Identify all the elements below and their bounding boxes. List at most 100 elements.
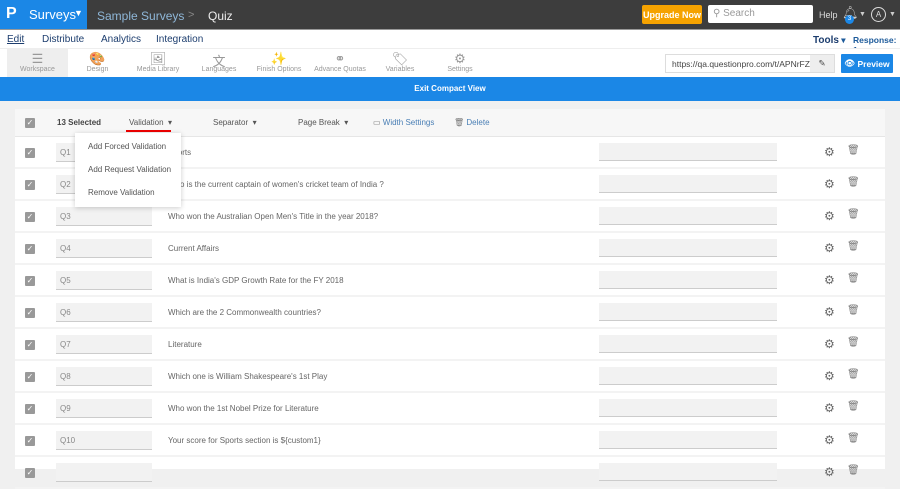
question-checkbox[interactable]: ✓ (25, 372, 35, 382)
upgrade-now-button[interactable]: Upgrade Now (642, 5, 702, 24)
question-text[interactable]: Which one is William Shakespeare's 1st P… (168, 372, 327, 381)
question-input[interactable] (599, 143, 777, 161)
gear-icon[interactable]: ⚙ (824, 337, 835, 351)
trash-icon[interactable]: 🗑︎ (847, 209, 860, 220)
width-settings-button[interactable]: ▭ Width Settings (373, 118, 434, 127)
select-all-checkbox[interactable]: ✓ (25, 118, 35, 128)
tool-advance-quotas[interactable]: ⚭ Advance Quotas (313, 49, 367, 78)
question-input[interactable] (599, 399, 777, 417)
avatar[interactable]: A (871, 7, 886, 22)
question-input[interactable] (599, 303, 777, 321)
question-text[interactable]: What is India's GDP Growth Rate for the … (168, 276, 344, 285)
question-text[interactable]: Who won the Australian Open Men's Title … (168, 212, 378, 221)
question-input[interactable] (599, 431, 777, 449)
trash-icon[interactable]: 🗑︎ (847, 305, 860, 316)
trash-icon[interactable]: 🗑︎ (847, 337, 860, 348)
separator-dropdown[interactable]: Separator ▾ (213, 118, 257, 127)
validation-dropdown[interactable]: Validation ▾ (129, 118, 172, 127)
tool-finish-options[interactable]: ✨ Finish Options (253, 49, 305, 78)
gear-icon[interactable]: ⚙ (824, 305, 835, 319)
survey-url-field[interactable]: https://qa.questionpro.com/t/APNrFZeY ✎ (665, 54, 835, 73)
question-text[interactable]: Your score for Sports section is ${custo… (168, 436, 321, 445)
gear-icon[interactable]: ⚙ (824, 241, 835, 255)
trash-icon[interactable]: 🗑︎ (847, 465, 860, 476)
question-input[interactable] (599, 335, 777, 353)
menu-add-forced-validation[interactable]: Add Forced Validation (88, 142, 166, 151)
delete-button[interactable]: 🗑︎ Delete (454, 118, 490, 127)
trash-icon[interactable]: 🗑︎ (847, 145, 860, 156)
toolbar: ☰ Workspace 🎨 Design 🖼 Media Library 文 Langu… (0, 48, 900, 78)
question-id-field[interactable]: Q10 (56, 431, 152, 450)
question-input[interactable] (599, 239, 777, 257)
preview-button[interactable]: 👁︎ Preview (841, 54, 893, 73)
caret-down-icon[interactable]: ▼ (859, 11, 866, 18)
gear-icon[interactable]: ⚙ (824, 401, 835, 415)
trash-icon[interactable]: 🗑︎ (847, 273, 860, 284)
question-checkbox[interactable]: ✓ (25, 212, 35, 222)
question-id-field[interactable]: Q7 (56, 335, 152, 354)
surveys-menu[interactable]: P Surveys ▼ (0, 0, 87, 29)
trash-icon[interactable]: 🗑︎ (847, 401, 860, 412)
trash-icon[interactable]: 🗑︎ (847, 433, 860, 444)
gear-icon[interactable]: ⚙ (824, 465, 835, 479)
question-text[interactable]: Who won the 1st Nobel Prize for Literatu… (168, 404, 319, 413)
page-break-label: Page Break (298, 118, 340, 127)
question-checkbox[interactable]: ✓ (25, 436, 35, 446)
question-checkbox[interactable]: ✓ (25, 308, 35, 318)
active-dropdown-indicator (126, 130, 171, 132)
question-input[interactable] (599, 207, 777, 225)
question-id-field[interactable]: Q8 (56, 367, 152, 386)
search-input[interactable]: ⚲ Search (708, 5, 813, 23)
nav-edit[interactable]: Edit (7, 34, 24, 45)
tool-design[interactable]: 🎨 Design (75, 49, 120, 78)
trash-icon[interactable]: 🗑︎ (847, 369, 860, 380)
gear-icon[interactable]: ⚙ (824, 273, 835, 287)
question-text[interactable]: Literature (168, 340, 202, 349)
trash-icon[interactable]: 🗑︎ (847, 177, 860, 188)
help-link[interactable]: Help (819, 10, 838, 20)
question-id-field[interactable]: Q3 (56, 207, 152, 226)
tool-languages[interactable]: 文 Languages (196, 49, 242, 78)
nav-distribute[interactable]: Distribute (42, 34, 84, 45)
tool-workspace[interactable]: ☰ Workspace (7, 49, 68, 78)
tool-media-library[interactable]: 🖼 Media Library (130, 49, 186, 78)
nav-analytics[interactable]: Analytics (101, 34, 141, 45)
tool-settings[interactable]: ⚙ Settings (442, 49, 478, 78)
menu-remove-validation[interactable]: Remove Validation (88, 188, 155, 197)
question-checkbox[interactable]: ✓ (25, 468, 35, 478)
page-break-dropdown[interactable]: Page Break ▾ (298, 118, 348, 127)
question-checkbox[interactable]: ✓ (25, 340, 35, 350)
question-checkbox[interactable]: ✓ (25, 180, 35, 190)
selected-count: 13 Selected (57, 118, 102, 127)
exit-compact-view-button[interactable]: Exit Compact View (0, 77, 900, 101)
question-checkbox[interactable]: ✓ (25, 148, 35, 158)
question-id-field[interactable]: Q4 (56, 239, 152, 258)
question-input[interactable] (599, 367, 777, 385)
question-text[interactable]: Who is the current captain of women's cr… (168, 180, 384, 189)
menu-add-request-validation[interactable]: Add Request Validation (88, 165, 171, 174)
question-input[interactable] (599, 271, 777, 289)
question-text[interactable]: Current Affairs (168, 244, 219, 253)
question-input[interactable] (599, 175, 777, 193)
question-id-field[interactable]: Q6 (56, 303, 152, 322)
question-checkbox[interactable]: ✓ (25, 244, 35, 254)
question-checkbox[interactable]: ✓ (25, 404, 35, 414)
tool-label: Advance Quotas (314, 66, 366, 73)
question-id-field[interactable]: Q5 (56, 271, 152, 290)
question-text[interactable]: Which are the 2 Commonwealth countries? (168, 308, 321, 317)
pencil-icon[interactable]: ✎ (810, 55, 834, 72)
nav-integration[interactable]: Integration (156, 34, 203, 45)
tools-menu[interactable]: Tools ▾ (813, 35, 846, 46)
question-checkbox[interactable]: ✓ (25, 276, 35, 286)
caret-down-icon[interactable]: ▼ (889, 11, 896, 18)
gear-icon[interactable]: ⚙ (824, 177, 835, 191)
breadcrumb-sample-surveys[interactable]: Sample Surveys (97, 9, 184, 23)
trash-icon[interactable]: 🗑︎ (847, 241, 860, 252)
gear-icon[interactable]: ⚙ (824, 145, 835, 159)
question-id-field[interactable]: Q9 (56, 399, 152, 418)
tool-variables[interactable]: 🏷 Variables (380, 49, 420, 78)
gear-icon[interactable]: ⚙ (824, 209, 835, 223)
gear-icon[interactable]: ⚙ (824, 369, 835, 383)
separator-label: Separator (213, 118, 249, 127)
gear-icon[interactable]: ⚙ (824, 433, 835, 447)
